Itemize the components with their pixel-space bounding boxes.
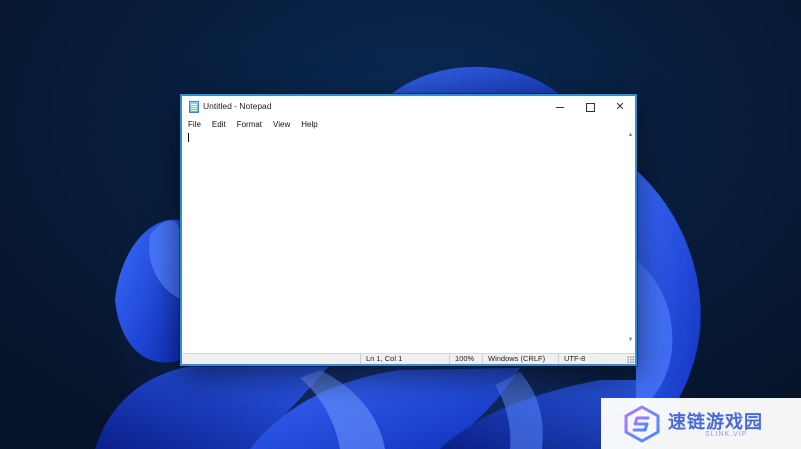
close-icon: ✕ xyxy=(615,100,625,113)
menu-bar: File Edit Format View Help xyxy=(182,118,635,131)
text-editor[interactable] xyxy=(186,131,626,345)
menu-format[interactable]: Format xyxy=(231,120,267,129)
menu-help[interactable]: Help xyxy=(295,120,322,129)
status-bar: Ln 1, Col 1 100% Windows (CRLF) UTF-8 xyxy=(182,353,635,364)
minimize-icon xyxy=(556,106,564,108)
status-zoom: 100% xyxy=(449,354,482,364)
menu-view[interactable]: View xyxy=(267,120,295,129)
title-bar[interactable]: Untitled - Notepad ✕ xyxy=(182,96,635,118)
close-button[interactable]: ✕ xyxy=(605,96,635,118)
site-watermark: 速链游戏园 SLINK.VIP xyxy=(601,398,801,449)
maximize-button[interactable] xyxy=(575,96,605,118)
minimize-button[interactable] xyxy=(545,96,575,118)
menu-edit[interactable]: Edit xyxy=(206,120,231,129)
watermark-logo-icon xyxy=(624,405,660,443)
scroll-down-icon[interactable]: ▼ xyxy=(627,337,634,344)
maximize-icon xyxy=(585,102,595,112)
watermark-domain: SLINK.VIP xyxy=(705,431,748,438)
notepad-window[interactable]: Untitled - Notepad ✕ File Edit Format Vi… xyxy=(180,94,637,366)
notepad-app-icon xyxy=(189,101,199,113)
resize-grip-icon[interactable] xyxy=(627,356,634,363)
status-encoding: UTF-8 xyxy=(558,354,635,364)
window-title: Untitled - Notepad xyxy=(203,101,272,111)
status-line-ending: Windows (CRLF) xyxy=(482,354,558,364)
scroll-up-icon[interactable]: ▲ xyxy=(627,132,634,139)
text-caret xyxy=(188,133,189,142)
menu-file[interactable]: File xyxy=(182,120,206,129)
vertical-scrollbar[interactable]: ▲ ▼ xyxy=(626,131,635,345)
status-cursor-position: Ln 1, Col 1 xyxy=(360,354,449,364)
